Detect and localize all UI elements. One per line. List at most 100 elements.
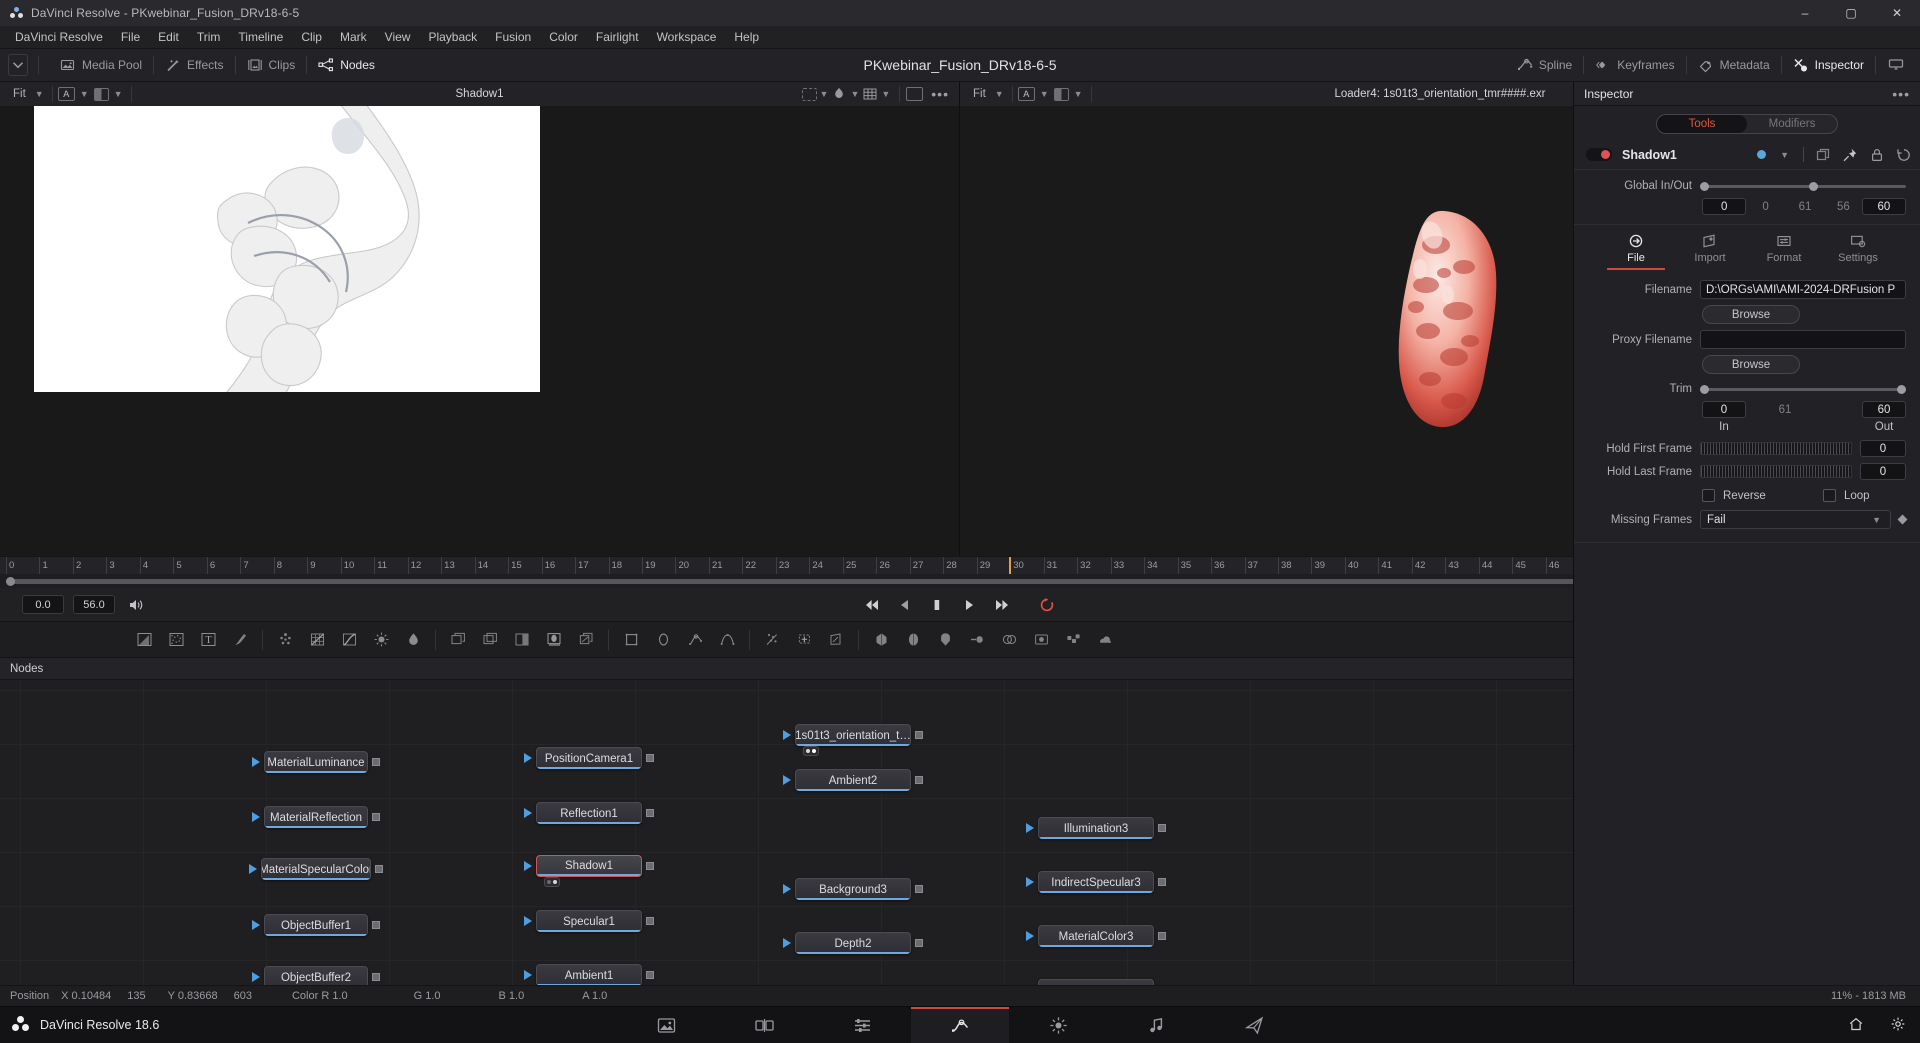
node-input-arrow[interactable] [1026, 877, 1034, 887]
node-input-arrow[interactable] [783, 938, 791, 948]
node-output-square[interactable] [915, 776, 923, 784]
deliver-page-button[interactable] [1205, 1007, 1303, 1043]
color-corrector-icon[interactable] [397, 625, 429, 655]
out-point-field[interactable]: 56.0 [73, 595, 115, 614]
rectangle-mask-icon[interactable] [615, 625, 647, 655]
loop-checkbox[interactable] [1823, 489, 1836, 502]
shape3d-icon[interactable] [865, 625, 897, 655]
playhead[interactable] [1009, 557, 1012, 574]
edit-page-button[interactable] [813, 1007, 911, 1043]
node-output-square[interactable] [915, 885, 923, 893]
polygon-mask-icon[interactable] [711, 625, 743, 655]
viewer-left-canvas[interactable] [0, 106, 959, 556]
node-input-arrow[interactable] [783, 884, 791, 894]
trim-out-handle[interactable] [1897, 384, 1906, 394]
cut-page-button[interactable] [715, 1007, 813, 1043]
node-specular1[interactable]: Specular1 [536, 910, 642, 932]
node-output-square[interactable] [1158, 932, 1166, 940]
menu-item-fusion[interactable]: Fusion [486, 26, 540, 49]
skip-back-icon[interactable] [865, 597, 881, 613]
camera3d-icon[interactable] [929, 625, 961, 655]
matte-control-icon[interactable] [538, 625, 570, 655]
ellipse-mask-icon[interactable] [647, 625, 679, 655]
effects-button[interactable]: Effects [154, 49, 234, 81]
speaker-icon[interactable] [128, 597, 144, 613]
node-input-arrow[interactable] [524, 808, 532, 818]
tab-modifiers[interactable]: Modifiers [1747, 115, 1837, 133]
chevron-down-icon-13[interactable]: ▼ [1777, 150, 1792, 160]
menu-item-file[interactable]: File [112, 26, 149, 49]
fog3d-icon[interactable] [1089, 625, 1121, 655]
skip-forward-icon[interactable] [993, 597, 1009, 613]
node-input-arrow[interactable] [524, 861, 532, 871]
keyframes-button[interactable]: Keyframes [1584, 49, 1685, 81]
node-input-arrow[interactable] [783, 775, 791, 785]
viewer-left-fullscreen-icon[interactable] [906, 87, 924, 101]
chevron-down-icon-7[interactable]: ▼ [992, 89, 1007, 99]
menu-item-color[interactable]: Color [540, 26, 587, 49]
play-forward-icon[interactable] [961, 597, 977, 613]
global-out-handle[interactable] [1809, 181, 1819, 191]
toolbar-dropdown-button[interactable] [8, 54, 28, 76]
node-1s01t3orientationt[interactable]: 1s01t3_orientation_t… [795, 724, 911, 746]
node-output-square[interactable] [646, 917, 654, 925]
tracker-icon[interactable] [756, 625, 788, 655]
node-color-swatch[interactable] [1757, 150, 1767, 159]
node-input-arrow[interactable] [1026, 931, 1034, 941]
viewer-right-buffer-group[interactable]: A ▼ ▼ [1013, 82, 1091, 106]
loop-icon[interactable] [1039, 597, 1055, 613]
node-input-arrow[interactable] [252, 757, 260, 767]
trim-in-field[interactable]: 0 [1702, 401, 1746, 418]
image3d-icon[interactable] [897, 625, 929, 655]
subtab-format[interactable]: Format [1755, 233, 1813, 270]
viewer-left-buffer-group[interactable]: A ▼ ▼ [53, 82, 131, 106]
menu-item-fairlight[interactable]: Fairlight [587, 26, 648, 49]
viewer-left-overflow[interactable]: ••• [923, 86, 957, 102]
chevron-down-icon-9[interactable]: ▼ [1071, 89, 1086, 99]
chevron-down-icon-8[interactable]: ▼ [1037, 89, 1052, 99]
roi-icon[interactable] [801, 87, 817, 101]
node-input-arrow[interactable] [252, 972, 260, 982]
tab-tools[interactable]: Tools [1657, 115, 1747, 133]
replicate3d-icon[interactable] [1057, 625, 1089, 655]
node-reflection1[interactable]: Reflection1 [536, 802, 642, 824]
proxy-filename-field[interactable] [1700, 330, 1906, 349]
global-out-field[interactable]: 60 [1861, 198, 1907, 215]
reverse-checkbox[interactable] [1702, 489, 1715, 502]
menu-item-davinci-resolve[interactable]: DaVinci Resolve [6, 26, 112, 49]
chevron-down-icon-14[interactable]: ▼ [1869, 515, 1884, 525]
menu-item-workspace[interactable]: Workspace [648, 26, 726, 49]
subtab-settings[interactable]: Settings [1829, 233, 1887, 270]
dissolve-tool-icon[interactable] [474, 625, 506, 655]
node-materialreflection[interactable]: MaterialReflection [264, 806, 368, 828]
trim-out-field[interactable]: 60 [1862, 401, 1906, 418]
chevron-down-icon[interactable]: ▼ [32, 89, 47, 99]
menu-item-help[interactable]: Help [725, 26, 768, 49]
chevron-down-icon-4[interactable]: ▼ [817, 89, 832, 99]
renderer3d-icon[interactable] [1025, 625, 1057, 655]
color-page-button[interactable] [1009, 1007, 1107, 1043]
text-tool-icon[interactable]: T [192, 625, 224, 655]
metadata-button[interactable]: Metadata [1687, 49, 1781, 81]
node-input-arrow[interactable] [1026, 823, 1034, 833]
nodes-button[interactable]: Nodes [307, 49, 386, 81]
noise-tool-icon[interactable] [160, 625, 192, 655]
node-ambient2[interactable]: Ambient2 [795, 769, 911, 791]
node-output-square[interactable] [375, 865, 383, 873]
missing-frames-select[interactable]: Fail ▼ [1700, 510, 1891, 529]
light3d-icon[interactable] [961, 625, 993, 655]
layout-button[interactable] [1876, 49, 1916, 81]
menu-item-trim[interactable]: Trim [188, 26, 230, 49]
menu-item-edit[interactable]: Edit [149, 26, 188, 49]
node-enable-toggle[interactable] [1586, 148, 1612, 161]
minimize-button[interactable]: – [1782, 0, 1828, 26]
node-output-square[interactable] [646, 809, 654, 817]
node-output-square[interactable] [1158, 878, 1166, 886]
curve-tool-icon[interactable] [333, 625, 365, 655]
node-materialcolor3[interactable]: MaterialColor3 [1038, 925, 1154, 947]
node-depth2[interactable]: Depth2 [795, 932, 911, 954]
node-input-arrow[interactable] [524, 916, 532, 926]
node-input-arrow[interactable] [252, 812, 260, 822]
global-in-field[interactable]: 0 [1702, 198, 1747, 215]
global-in-handle[interactable] [1700, 181, 1709, 191]
